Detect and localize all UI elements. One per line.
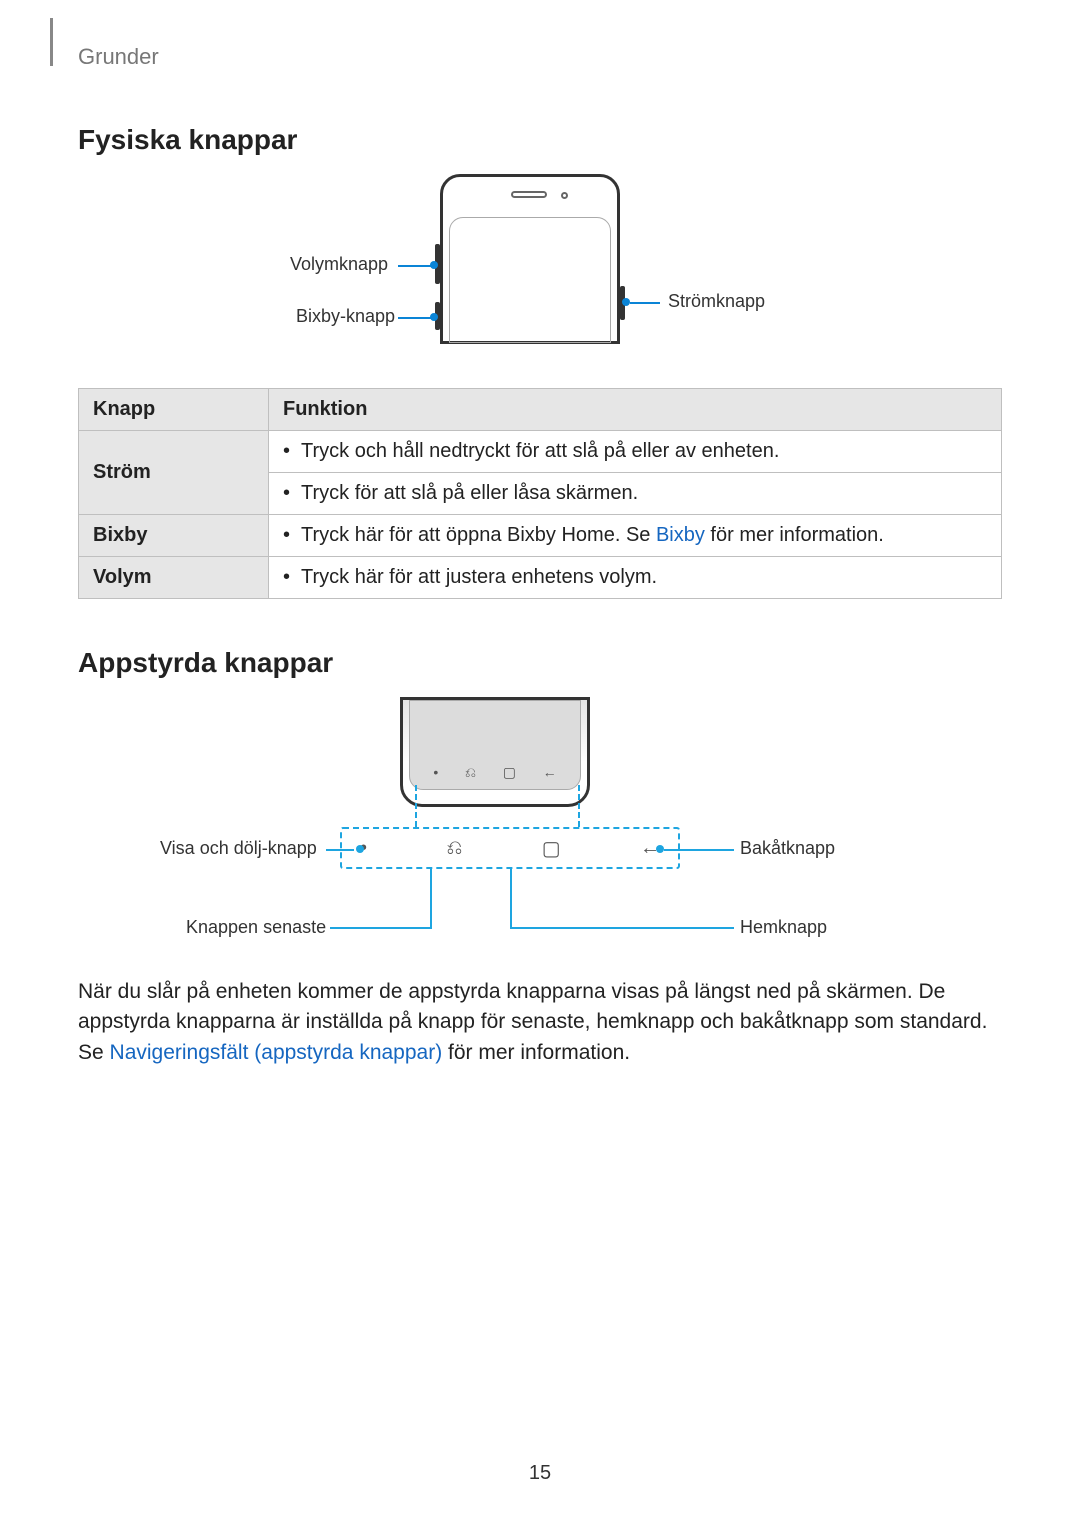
row-func: Tryck och håll nedtryckt för att slå på …: [269, 431, 1002, 473]
volume-label: Volymknapp: [290, 254, 388, 275]
power-leader: [630, 302, 660, 304]
row-func: Tryck här för att öppna Bixby Home. Se B…: [269, 515, 1002, 557]
bixby-dot-icon: [430, 313, 438, 321]
func-text: Tryck här för att justera enhetens volym…: [283, 566, 657, 588]
zoom-connector-right: [578, 785, 580, 827]
recent-leader-h: [330, 927, 430, 929]
page-number: 15: [0, 1462, 1080, 1485]
physical-buttons-diagram: Volymknapp Bixby-knapp Strömknapp: [190, 174, 890, 374]
func-prefix: Tryck här för att öppna Bixby Home. Se B…: [283, 524, 884, 546]
home-label: Hemknapp: [740, 917, 827, 938]
home-leader-h: [510, 927, 734, 929]
recent-label: Knappen senaste: [186, 917, 326, 938]
mini-back-icon: ←: [543, 764, 557, 780]
header-func: Funktion: [269, 389, 1002, 431]
phone-top-outline: [440, 174, 620, 344]
mini-dot-icon: •: [433, 764, 438, 780]
header-rule: [50, 18, 53, 66]
zoom-navbar: • ⎌ ▢ ←: [340, 827, 680, 869]
chapter-title: Grunder: [78, 44, 1002, 70]
showhide-leader: [326, 849, 354, 851]
func-text: Tryck och håll nedtryckt för att slå på …: [283, 440, 779, 462]
showhide-label: Visa och dölj-knapp: [160, 838, 317, 859]
row-key-bixby: Bixby: [79, 515, 269, 557]
row-func: Tryck här för att justera enhetens volym…: [269, 557, 1002, 599]
volume-dot-icon: [430, 261, 438, 269]
phone-bottom-outline: • ⎌ ▢ ←: [400, 697, 590, 807]
speaker-icon: [511, 191, 547, 198]
header-key: Knapp: [79, 389, 269, 431]
recent-icon: ⎌: [446, 837, 462, 860]
nav-row-mini: • ⎌ ▢ ←: [420, 761, 570, 783]
table-header-row: Knapp Funktion: [79, 389, 1002, 431]
showhide-dot-icon: [356, 845, 364, 853]
back-label: Bakåtknapp: [740, 838, 835, 859]
soft-buttons-diagram: • ⎌ ▢ ← • ⎌ ▢ ← Visa och dölj-knapp Knap…: [160, 697, 920, 957]
zoom-connector-left: [415, 785, 417, 827]
power-dot-icon: [622, 298, 630, 306]
table-row: Bixby Tryck här för att öppna Bixby Home…: [79, 515, 1002, 557]
navbar-link[interactable]: Navigeringsfält (appstyrda knappar): [110, 1041, 443, 1064]
bixby-leader: [398, 317, 434, 319]
mini-home-icon: ▢: [503, 764, 516, 781]
bixby-label: Bixby-knapp: [296, 306, 395, 327]
home-icon: ▢: [542, 836, 561, 861]
soft-buttons-paragraph: När du slår på enheten kommer de appstyr…: [78, 977, 1002, 1068]
bixby-link[interactable]: Bixby: [656, 524, 705, 546]
recent-leader-v: [430, 869, 432, 929]
phone-screen-top: [449, 217, 611, 343]
phone-screen-bottom: • ⎌ ▢ ←: [409, 700, 581, 790]
func-text: Tryck för att slå på eller låsa skärmen.: [283, 482, 638, 504]
table-row: Ström Tryck och håll nedtryckt för att s…: [79, 431, 1002, 473]
power-label: Strömknapp: [668, 291, 765, 312]
section-title-soft: Appstyrda knappar: [78, 647, 1002, 679]
section-title-physical: Fysiska knappar: [78, 124, 1002, 156]
back-dot-icon: [656, 845, 664, 853]
back-leader: [664, 849, 734, 851]
func-pre: Tryck här för att öppna Bixby Home. Se: [301, 524, 656, 546]
camera-icon: [561, 192, 568, 199]
row-key-volume: Volym: [79, 557, 269, 599]
table-row: Volym Tryck här för att justera enhetens…: [79, 557, 1002, 599]
home-leader-v: [510, 869, 512, 927]
row-key-power: Ström: [79, 431, 269, 515]
para-post: för mer information.: [442, 1041, 630, 1064]
physical-buttons-table: Knapp Funktion Ström Tryck och håll nedt…: [78, 388, 1002, 599]
row-func: Tryck för att slå på eller låsa skärmen.: [269, 473, 1002, 515]
volume-leader: [398, 265, 434, 267]
mini-recent-icon: ⎌: [465, 764, 476, 781]
func-post: för mer information.: [705, 524, 884, 546]
manual-page: Grunder Fysiska knappar Volymknapp Bixby…: [0, 0, 1080, 1527]
